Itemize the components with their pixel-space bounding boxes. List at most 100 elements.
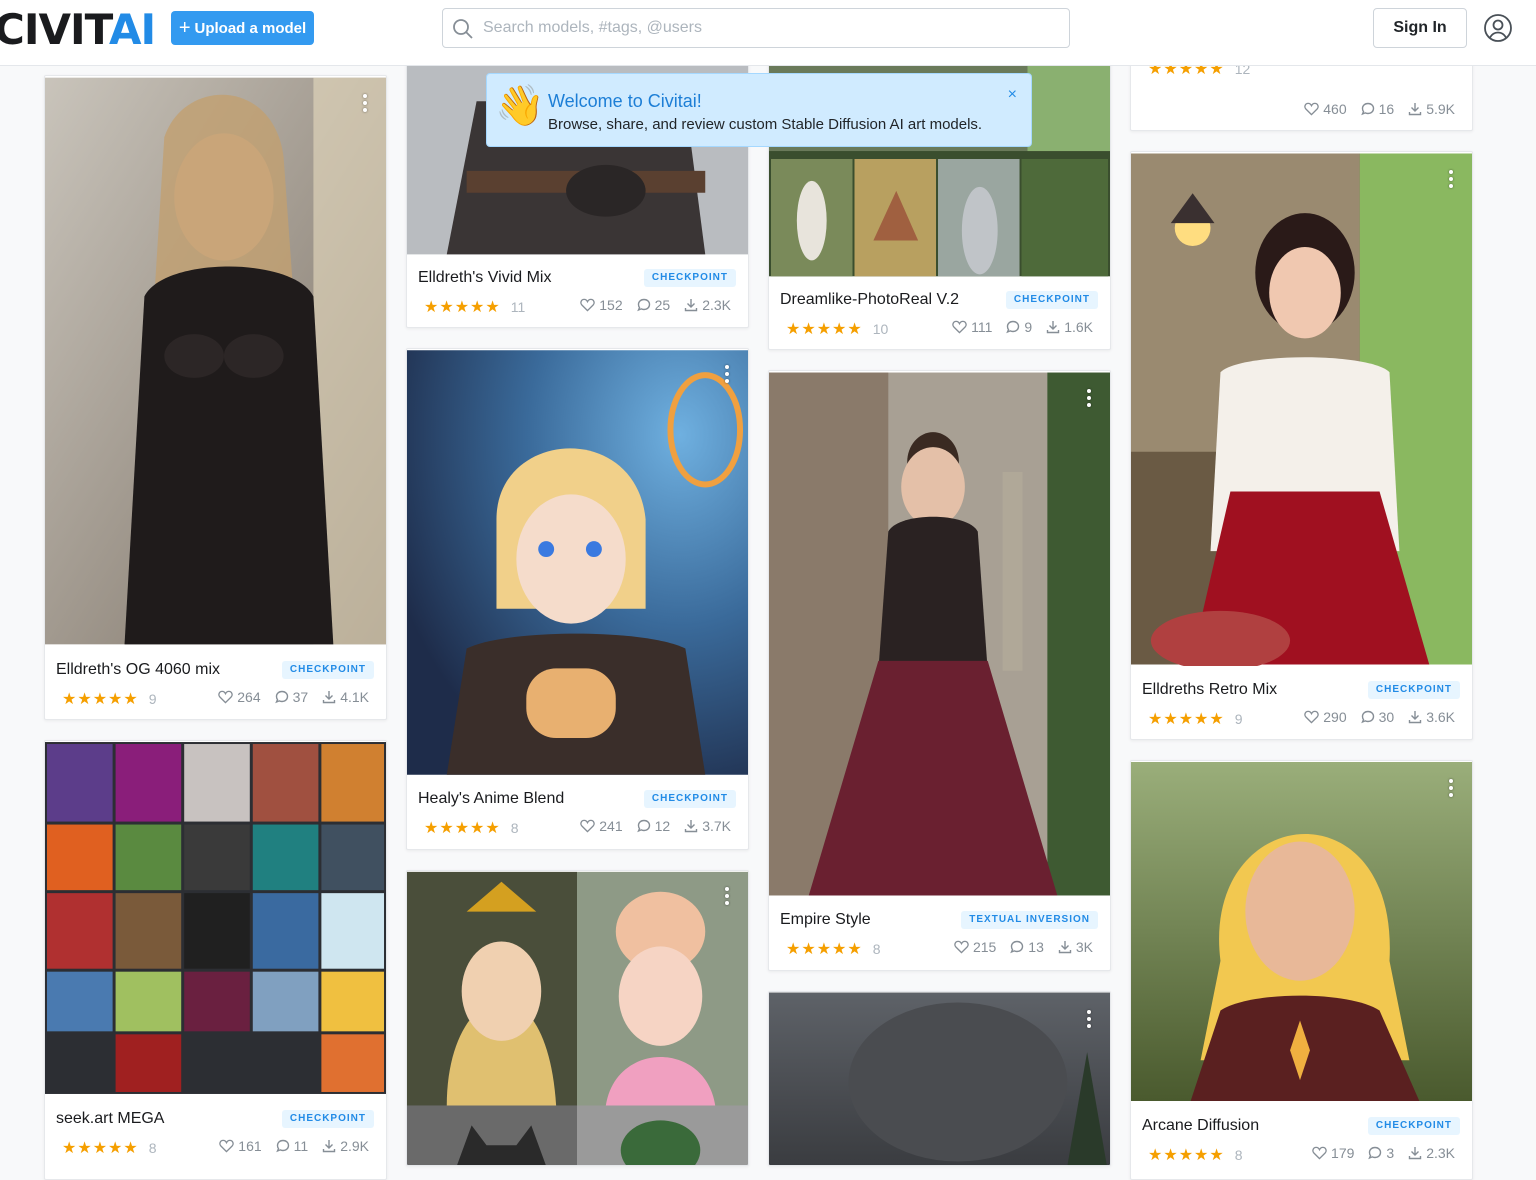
card-menu-icon[interactable] (724, 365, 730, 387)
logo-accent-text: AI (108, 5, 156, 54)
download-icon (1408, 103, 1422, 116)
comment-icon (1360, 102, 1374, 116)
model-preview-image (1131, 153, 1472, 666)
model-preview-image (1131, 761, 1472, 1102)
card-stats: 241 12 3.7K (580, 818, 731, 834)
model-preview-image (407, 350, 748, 775)
comments-count: 9 (1024, 319, 1033, 335)
star-icons: ★★★★★ (1148, 1147, 1225, 1164)
model-title[interactable]: Elldreth's OG 4060 mix (56, 661, 220, 679)
download-icon (1408, 1147, 1422, 1160)
top-header: CIVITAI + Upload a model Sign In (0, 0, 1536, 66)
heart-icon (952, 320, 967, 334)
model-card[interactable] (406, 870, 749, 1166)
rating-count: 9 (148, 691, 157, 707)
comment-icon (1368, 1146, 1382, 1160)
star-icons: ★★★★★ (62, 691, 139, 708)
heart-icon (580, 298, 595, 312)
model-preview-image (45, 77, 386, 645)
downloads-count: 4.1K (340, 689, 369, 705)
star-icons: ★★★★★ (424, 299, 501, 316)
comments-count: 11 (293, 1138, 309, 1154)
rating-count: 8 (510, 820, 519, 836)
close-icon[interactable]: × (1008, 86, 1017, 104)
waving-hand-icon: 👋 (495, 84, 545, 128)
model-type-badge: TEXTUAL INVERSION (961, 911, 1098, 929)
likes-count: 152 (599, 297, 623, 313)
star-icons: ★★★★★ (1148, 711, 1225, 728)
model-title[interactable]: Elldreths Retro Mix (1142, 681, 1277, 699)
downloads-count: 2.3K (702, 297, 731, 313)
comment-icon (1006, 320, 1020, 334)
card-stats: 111 9 1.6K (952, 319, 1093, 335)
download-icon (1046, 321, 1060, 334)
heart-icon (1304, 102, 1319, 116)
card-stats: 215 13 3K (954, 939, 1093, 955)
sign-in-button[interactable]: Sign In (1373, 8, 1467, 48)
heart-icon (954, 940, 969, 954)
downloads-count: 3.7K (702, 818, 731, 834)
model-title[interactable]: Healy's Anime Blend (418, 790, 564, 808)
card-menu-icon[interactable] (1448, 779, 1454, 801)
model-title[interactable]: Empire Style (780, 911, 871, 929)
model-type-badge: CHECKPOINT (1005, 291, 1098, 309)
comments-count: 37 (292, 689, 309, 705)
user-account-icon[interactable] (1482, 12, 1514, 44)
model-title[interactable]: Arcane Diffusion (1142, 1117, 1259, 1135)
card-stats: 179 3 2.3K (1312, 1145, 1455, 1161)
download-icon (322, 691, 336, 704)
card-stats: 460 16 5.9K (1304, 101, 1455, 117)
card-menu-icon[interactable] (362, 94, 368, 116)
comment-icon (1360, 710, 1374, 724)
search-input[interactable] (483, 9, 1053, 47)
model-title[interactable]: seek.art MEGA (56, 1110, 164, 1128)
card-stats: 290 30 3.6K (1304, 709, 1455, 725)
download-icon (1408, 711, 1422, 724)
card-stats: 161 11 2.9K (219, 1138, 369, 1154)
likes-count: 460 (1323, 101, 1347, 117)
heart-icon (218, 690, 233, 704)
rating-stars: ★★★★★ 10 (786, 319, 888, 339)
card-stats: 152 25 2.3K (580, 297, 731, 313)
model-card[interactable]: seek.art MEGA CHECKPOINT ★★★★★ 8 161 11 2… (44, 740, 387, 1180)
model-card[interactable]: Arcane Diffusion CHECKPOINT ★★★★★ 8 179 3… (1130, 760, 1473, 1180)
rating-count: 8 (148, 1140, 157, 1156)
rating-stars: ★★★★★ 8 (62, 1138, 157, 1158)
search-box (442, 8, 1070, 48)
comment-icon (1010, 940, 1024, 954)
rating-stars: ★★★★★ 9 (62, 689, 157, 709)
rating-count: 8 (872, 941, 881, 957)
model-preview-image (407, 871, 748, 1165)
downloads-count: 5.9K (1426, 101, 1455, 117)
rating-stars: ★★★★★ 8 (424, 818, 519, 838)
model-title[interactable]: Elldreth's Vivid Mix (418, 269, 551, 287)
model-title[interactable]: Dreamlike-PhotoReal V.2 (780, 291, 959, 309)
star-icons: ★★★★★ (786, 941, 863, 958)
likes-count: 290 (1323, 709, 1347, 725)
card-menu-icon[interactable] (1448, 170, 1454, 192)
model-card[interactable]: Empire Style TEXTUAL INVERSION ★★★★★ 8 21… (768, 370, 1111, 971)
star-icons: ★★★★★ (786, 321, 863, 338)
model-card[interactable]: Elldreths Retro Mix CHECKPOINT ★★★★★ 9 29… (1130, 151, 1473, 740)
model-type-badge: CHECKPOINT (643, 269, 736, 287)
upload-model-button[interactable]: + Upload a model (171, 11, 314, 45)
welcome-notification: 👋 Welcome to Civitai! Browse, share, and… (486, 73, 1032, 147)
card-menu-icon[interactable] (724, 887, 730, 909)
civitai-logo[interactable]: CIVITAI (0, 9, 156, 51)
model-preview-image (769, 992, 1110, 1165)
model-card[interactable] (768, 991, 1111, 1166)
search-icon (453, 19, 473, 39)
downloads-count: 3.6K (1426, 709, 1455, 725)
comment-icon (275, 1139, 289, 1153)
model-type-badge: CHECKPOINT (281, 1110, 374, 1128)
model-card[interactable]: Elldreth's OG 4060 mix CHECKPOINT ★★★★★ 9… (44, 75, 387, 720)
model-card[interactable]: Healy's Anime Blend CHECKPOINT ★★★★★ 8 24… (406, 348, 749, 850)
rating-stars: ★★★★★ 9 (1148, 709, 1243, 729)
star-icons: ★★★★★ (424, 820, 501, 837)
likes-count: 264 (237, 689, 261, 705)
download-icon (684, 820, 698, 833)
card-menu-icon[interactable] (1086, 1010, 1092, 1032)
download-icon (684, 299, 698, 312)
card-menu-icon[interactable] (1086, 389, 1092, 411)
comments-count: 16 (1378, 101, 1395, 117)
